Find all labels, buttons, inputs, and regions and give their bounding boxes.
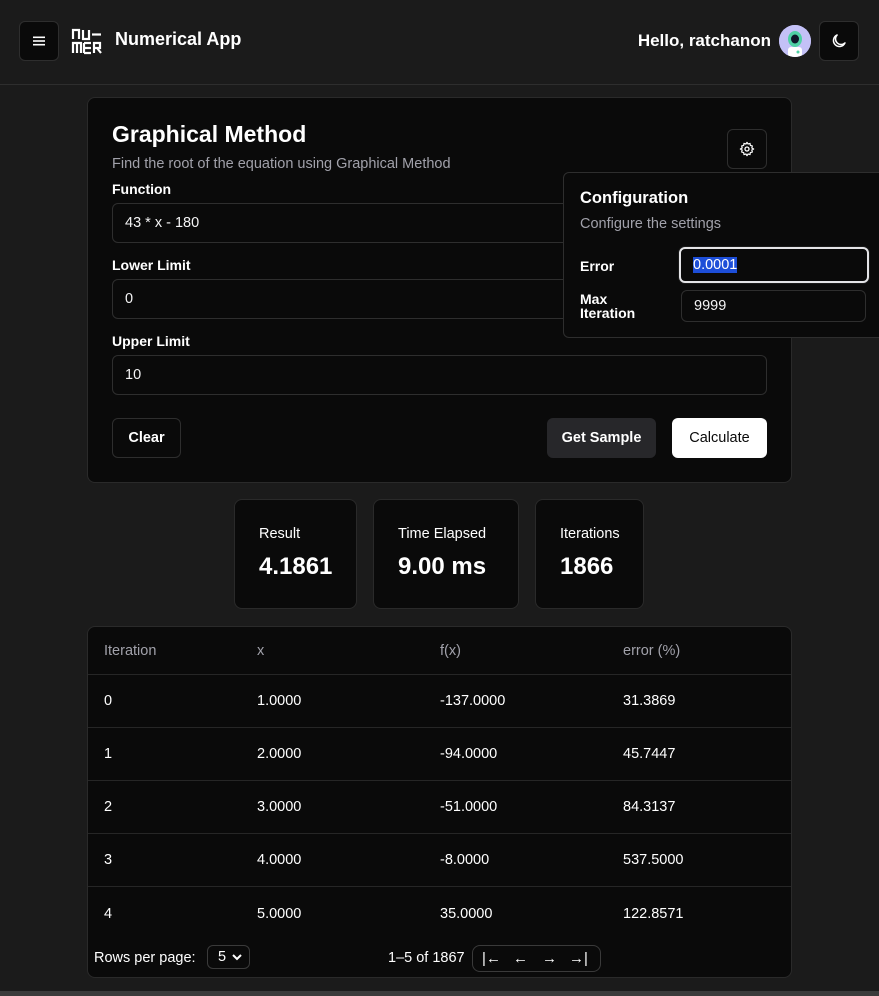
time-elapsed-label: Time Elapsed bbox=[398, 526, 487, 542]
table-cell: 45.7447 bbox=[623, 746, 676, 762]
iterations-label: Iterations bbox=[560, 526, 620, 542]
max-iteration-label-line1: Max bbox=[580, 291, 608, 307]
iterations-stat: Iterations 1866 bbox=[535, 499, 644, 609]
config-subtitle: Configure the settings bbox=[580, 216, 722, 232]
pager-controls: |← ← → →| bbox=[472, 945, 601, 972]
horizontal-scrollbar[interactable] bbox=[0, 991, 879, 996]
next-page-button[interactable]: → bbox=[535, 950, 564, 967]
table-cell: 2.0000 bbox=[257, 746, 302, 762]
table-cell: 4.0000 bbox=[257, 852, 302, 868]
app-header: Numerical App Hello, ratchanon bbox=[0, 0, 879, 85]
results-table: Iteration x f(x) error (%) 0 1.0000 -137… bbox=[87, 626, 792, 978]
error-label: Error bbox=[580, 258, 615, 274]
table-cell: 4 bbox=[104, 905, 113, 922]
column-header-iteration[interactable]: Iteration bbox=[104, 627, 156, 674]
table-cell: 31.3869 bbox=[623, 693, 676, 709]
last-page-button[interactable]: →| bbox=[564, 950, 593, 967]
gear-icon bbox=[739, 141, 755, 157]
settings-button[interactable] bbox=[727, 129, 767, 169]
iterations-value: 1866 bbox=[560, 553, 614, 580]
function-label: Function bbox=[112, 181, 172, 197]
table-row: 2 3.0000 -51.0000 84.3137 bbox=[88, 781, 791, 834]
upper-limit-input[interactable] bbox=[112, 355, 767, 395]
robot-avatar-icon bbox=[779, 25, 811, 57]
table-cell: 0 bbox=[104, 693, 113, 709]
table-cell: 35.0000 bbox=[440, 905, 493, 922]
time-elapsed-value: 9.00 ms bbox=[398, 553, 487, 580]
menu-button[interactable] bbox=[19, 21, 59, 61]
lower-limit-label: Lower Limit bbox=[112, 257, 191, 273]
result-stat: Result 4.1861 bbox=[234, 499, 357, 609]
max-iteration-input[interactable] bbox=[681, 290, 866, 322]
calculate-button[interactable]: Calculate bbox=[672, 418, 767, 458]
rows-per-page-select[interactable]: 5 bbox=[207, 945, 250, 969]
column-header-x[interactable]: x bbox=[257, 627, 264, 674]
time-elapsed-stat: Time Elapsed 9.00 ms bbox=[373, 499, 519, 609]
table-cell: 1 bbox=[104, 746, 113, 762]
hamburger-icon bbox=[33, 36, 45, 46]
table-cell: 3 bbox=[104, 852, 113, 868]
theme-toggle-button[interactable] bbox=[819, 21, 859, 61]
table-cell: -51.0000 bbox=[440, 799, 498, 815]
result-label: Result bbox=[259, 526, 301, 542]
table-cell: 2 bbox=[104, 799, 113, 815]
configuration-popover: Configuration Configure the settings Err… bbox=[563, 172, 879, 338]
table-row: 3 4.0000 -8.0000 537.5000 bbox=[88, 834, 791, 887]
chevron-down-icon bbox=[232, 954, 242, 961]
column-header-fx[interactable]: f(x) bbox=[440, 627, 461, 674]
app-title: Numerical App bbox=[115, 29, 242, 49]
table-pagination: Rows per page: 5 1–5 of 1867 |← ← → →| bbox=[88, 939, 791, 977]
page-subtitle: Find the root of the equation using Grap… bbox=[112, 156, 451, 172]
table-cell: 84.3137 bbox=[623, 799, 676, 815]
config-title: Configuration bbox=[580, 189, 689, 207]
table-cell: 122.8571 bbox=[623, 905, 684, 922]
table-row: 4 5.0000 35.0000 122.8571 bbox=[88, 887, 791, 940]
user-greeting: Hello, ratchanon bbox=[637, 31, 771, 50]
table-cell: -137.0000 bbox=[440, 693, 506, 709]
user-avatar[interactable] bbox=[779, 25, 811, 57]
moon-icon bbox=[832, 34, 846, 48]
table-cell: 3.0000 bbox=[257, 799, 302, 815]
table-header-row: Iteration x f(x) error (%) bbox=[88, 627, 791, 675]
get-sample-button[interactable]: Get Sample bbox=[547, 418, 656, 458]
column-header-error[interactable]: error (%) bbox=[623, 627, 680, 674]
page-info: 1–5 of 1867 bbox=[388, 950, 465, 966]
app-logo bbox=[71, 28, 102, 55]
rows-per-page-value: 5 bbox=[218, 949, 227, 965]
clear-button[interactable]: Clear bbox=[112, 418, 181, 458]
table-cell: 1.0000 bbox=[257, 693, 302, 709]
max-iteration-label-line2: Iteration bbox=[580, 305, 636, 321]
table-cell: 5.0000 bbox=[257, 905, 302, 922]
result-value: 4.1861 bbox=[259, 553, 333, 580]
table-cell: 537.5000 bbox=[623, 852, 684, 868]
table-row: 0 1.0000 -137.0000 31.3869 bbox=[88, 675, 791, 728]
rows-per-page-label: Rows per page: bbox=[94, 950, 196, 966]
max-iteration-label: Max Iteration bbox=[580, 292, 635, 320]
table-cell: -8.0000 bbox=[440, 852, 490, 868]
upper-limit-label: Upper Limit bbox=[112, 333, 190, 349]
page-title: Graphical Method bbox=[112, 121, 307, 147]
table-cell: -94.0000 bbox=[440, 746, 498, 762]
error-input[interactable]: 0.0001 bbox=[679, 247, 869, 283]
previous-page-button[interactable]: ← bbox=[506, 950, 535, 967]
table-row: 1 2.0000 -94.0000 45.7447 bbox=[88, 728, 791, 781]
first-page-button[interactable]: |← bbox=[477, 950, 506, 967]
error-input-value: 0.0001 bbox=[693, 257, 738, 273]
